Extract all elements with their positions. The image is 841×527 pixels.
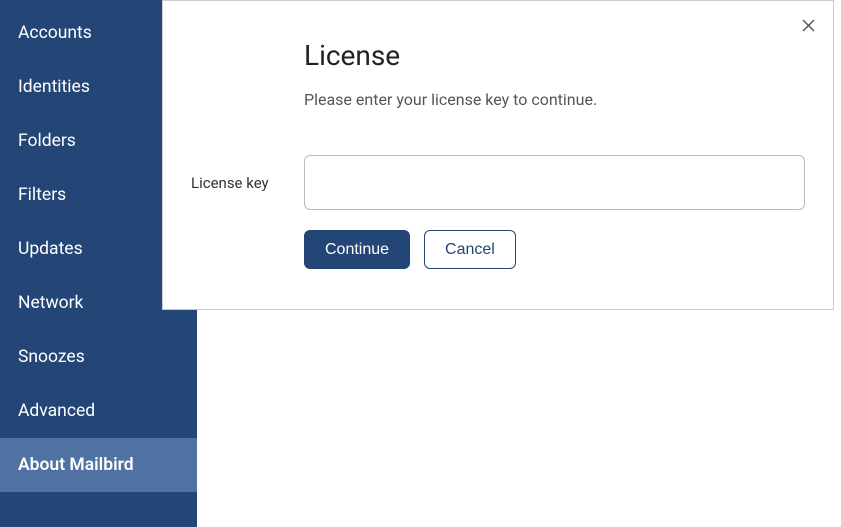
- license-key-label: License key: [191, 174, 304, 192]
- license-key-input[interactable]: [304, 155, 805, 210]
- sidebar-item-label: Filters: [18, 185, 66, 205]
- sidebar-item-label: Network: [18, 293, 83, 313]
- dialog-title: License: [304, 39, 805, 72]
- app-root: Accounts Identities Folders Filters Upda…: [0, 0, 841, 527]
- sidebar-item-label: Advanced: [18, 401, 95, 421]
- content-area: License Please enter your license key to…: [197, 0, 841, 527]
- sidebar-item-advanced[interactable]: Advanced: [0, 384, 197, 438]
- license-key-row: License key: [191, 155, 805, 210]
- continue-button[interactable]: Continue: [304, 230, 410, 269]
- dialog-button-row: Continue Cancel: [304, 230, 805, 269]
- close-icon: [802, 19, 815, 32]
- license-dialog: License Please enter your license key to…: [162, 0, 834, 310]
- sidebar-item-snoozes[interactable]: Snoozes: [0, 330, 197, 384]
- sidebar-item-label: Accounts: [18, 23, 92, 43]
- sidebar-item-label: Updates: [18, 239, 83, 259]
- sidebar-item-label: About Mailbird: [18, 455, 134, 475]
- dialog-subtitle: Please enter your license key to continu…: [304, 90, 805, 109]
- cancel-button[interactable]: Cancel: [424, 230, 516, 269]
- sidebar-item-label: Identities: [18, 77, 90, 97]
- sidebar-item-label: Snoozes: [18, 347, 85, 367]
- close-button[interactable]: [802, 19, 815, 32]
- sidebar-item-label: Folders: [18, 131, 76, 151]
- sidebar-item-about-mailbird[interactable]: About Mailbird: [0, 438, 197, 492]
